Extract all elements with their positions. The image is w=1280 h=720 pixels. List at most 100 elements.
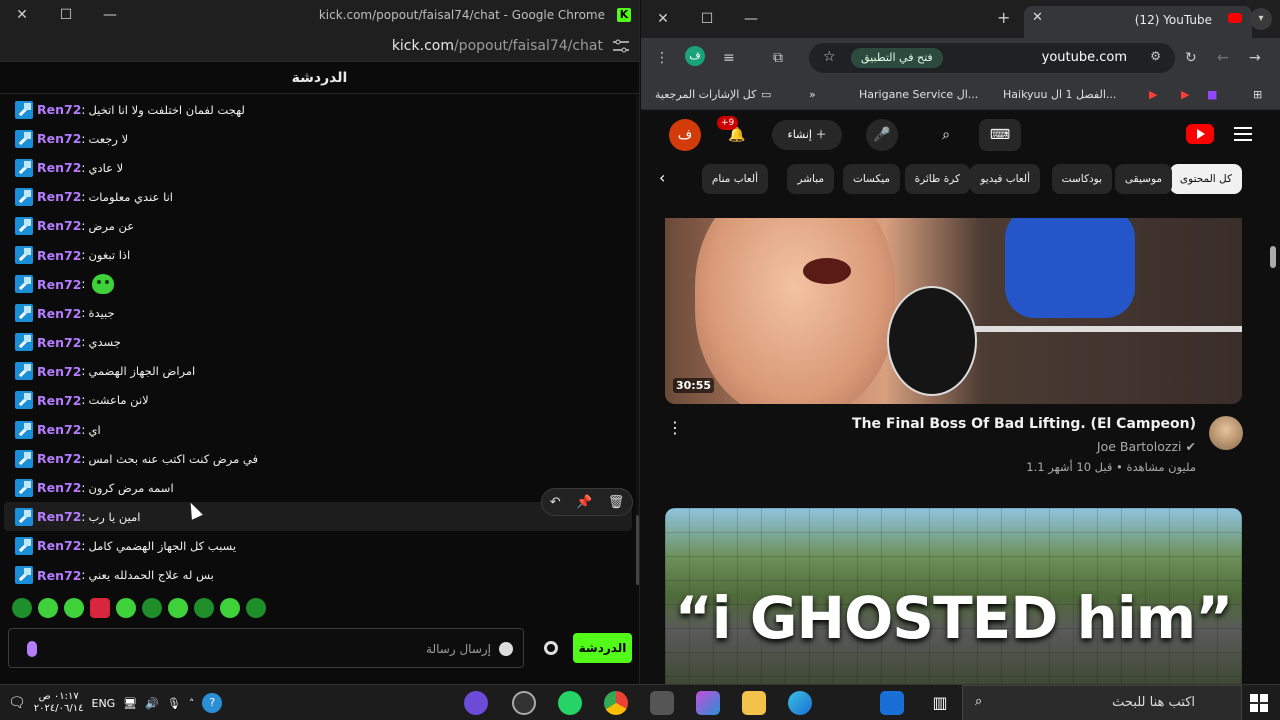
site-settings-icon[interactable]: ⚙ [1150,49,1161,63]
help-icon[interactable]: ? [202,693,223,713]
category-chip[interactable]: كل المحتوى [1169,164,1242,194]
extensions-icon[interactable]: ⧉ [773,50,783,66]
more-options-icon[interactable]: ⋮ [667,418,683,437]
apps-grid-icon[interactable]: ⊞ [1253,88,1262,101]
chat-message[interactable]: Ren72: انا عندي معلومات [0,182,636,211]
youtube-logo-icon[interactable] [1186,124,1214,144]
chat-message[interactable]: Ren72: اي [0,415,636,444]
maximize-icon[interactable]: ☐ [44,0,88,30]
edge-taskbar-icon[interactable] [788,691,812,715]
forward-icon[interactable]: → [1249,50,1261,66]
emote-icon[interactable] [194,598,214,618]
trash-icon[interactable]: 🗑 [608,495,625,510]
video-thumbnail[interactable]: “i GHOSTED him” [665,508,1242,684]
profile-avatar[interactable]: ف [685,46,705,66]
mic-tray-icon[interactable]: 🎙 [167,697,181,710]
bookmark-star-icon[interactable]: ☆ [823,49,836,65]
emote-icon[interactable] [168,598,188,618]
twitch-bookmark-icon[interactable]: ■ [1207,88,1217,101]
minimize-icon[interactable]: — [88,0,132,30]
chat-scrollbar-thumb[interactable] [636,515,639,585]
emote-icon[interactable] [116,598,136,618]
chat-username[interactable]: Ren72 [37,364,81,379]
office-taskbar-icon[interactable] [696,691,720,715]
chat-message[interactable]: Ren72: عن مرض [0,211,636,240]
hamburger-menu-icon[interactable] [1234,127,1252,141]
voice-search-icon[interactable]: 🎤 [866,119,898,151]
chat-username[interactable]: Ren72 [37,306,81,321]
chat-username[interactable]: Ren72 [37,131,81,146]
account-avatar[interactable]: ف [669,119,701,151]
close-icon[interactable]: ✕ [0,0,44,30]
language-indicator[interactable]: ENG [92,697,116,710]
chat-username[interactable]: Ren72 [37,509,81,524]
emote-icon[interactable] [38,598,58,618]
kick-url-bar[interactable]: kick.com/popout/faisal74/chat [0,30,639,62]
reply-icon[interactable]: ↶ [550,495,561,510]
chevron-left-icon[interactable]: ‹ [659,168,665,187]
search-icon[interactable]: ⌕ [930,119,962,151]
chat-message[interactable]: Ren72: جسدي [0,328,636,357]
chat-message[interactable]: Ren72: امين يا رب [4,502,632,532]
chat-message[interactable]: Ren72: لا رجعت [0,124,636,153]
chat-scrollbar[interactable] [636,95,639,585]
chat-message-input[interactable]: إرسال رسالة [8,628,524,668]
category-chip[interactable]: ألعاب منام [701,164,768,194]
category-chip[interactable]: ألعاب فيديو [970,164,1040,194]
chat-username[interactable]: Ren72 [37,277,81,292]
chat-username[interactable]: Ren72 [37,480,81,495]
chat-username[interactable]: Ren72 [37,538,81,553]
new-tab-icon[interactable]: + [997,8,1010,27]
chat-username[interactable]: Ren72 [37,568,81,583]
pin-icon[interactable]: 📌 [576,495,592,510]
chat-message[interactable]: Ren72: بس له علاج الحمدلله يعني [0,561,636,588]
whatsapp-taskbar-icon[interactable] [558,691,582,715]
emoji-icon[interactable] [499,642,513,656]
chat-username[interactable]: Ren72 [37,248,81,263]
chat-message[interactable]: Ren72: جبيدة [0,299,636,328]
channel-name[interactable]: Joe Bartolozzi ✔ [1097,439,1196,454]
bookmark-harigane[interactable]: Harigane Service ال... [859,88,978,101]
microphone-icon[interactable] [27,641,37,657]
close-tab-icon[interactable]: ✕ [1032,10,1043,25]
chat-message[interactable]: Ren72: لانن ماعشت [0,386,636,415]
chat-message[interactable]: Ren72: [0,270,636,299]
back-icon[interactable]: ← [1217,50,1229,66]
chat-message-list[interactable]: Ren72: لهجت لفمان اختلفت ولا انا اتخيل Ren… [0,95,636,587]
tab-search-icon[interactable]: ▾ [1250,8,1272,30]
site-settings-icon[interactable] [613,39,629,53]
emote-icon[interactable] [64,598,84,618]
emote-icon[interactable] [90,598,110,618]
menu-dots-icon[interactable]: ⋮ [655,50,669,66]
taskbar-search[interactable]: ⌕ اكتب هنا للبحث [962,685,1242,720]
chat-username[interactable]: Ren72 [37,189,81,204]
app-taskbar-icon[interactable] [650,691,674,715]
file-explorer-taskbar-icon[interactable] [742,691,766,715]
category-chip[interactable]: بودكاست [1051,164,1112,194]
category-chip[interactable]: موسيقى [1114,164,1172,194]
chat-message[interactable]: Ren72: لا عادي [0,153,636,182]
chat-message[interactable]: Ren72: لهجت لفمان اختلفت ولا انا اتخيل [0,95,636,124]
youtube-bookmark-icon[interactable]: ▶ [1149,88,1157,101]
close-icon[interactable]: ✕ [641,4,685,34]
send-chat-button[interactable]: الدردشة [573,633,632,663]
keyboard-icon[interactable]: ⌨ [979,119,1021,151]
all-bookmarks-link[interactable]: كل الإشارات المرجعية [655,88,756,101]
notifications-icon[interactable]: 🗨 [8,695,26,711]
reload-icon[interactable]: ↻ [1185,50,1197,66]
gear-icon[interactable] [544,641,558,655]
obs-taskbar-icon[interactable] [512,691,536,715]
page-scrollbar[interactable] [1270,246,1276,268]
maximize-icon[interactable]: ☐ [685,4,729,34]
emote-icon[interactable] [12,598,32,618]
video-title[interactable]: The Final Boss Of Bad Lifting. (El Campe… [852,416,1196,432]
bookmark-haikyuu[interactable]: Haikyuu الفصل 1 ال... [1003,88,1116,101]
minimize-icon[interactable]: — [729,4,773,34]
address-bar[interactable]: ☆ فتح في التطبيق youtube.com ⚙ [809,43,1175,73]
chat-message[interactable]: Ren72: اذا تبغون [0,240,636,269]
chat-username[interactable]: Ren72 [37,102,81,117]
chat-username[interactable]: Ren72 [37,393,81,408]
chat-username[interactable]: Ren72 [37,335,81,350]
create-button[interactable]: إنشاء ＋ [772,120,842,150]
outlook-taskbar-icon[interactable] [880,691,904,715]
